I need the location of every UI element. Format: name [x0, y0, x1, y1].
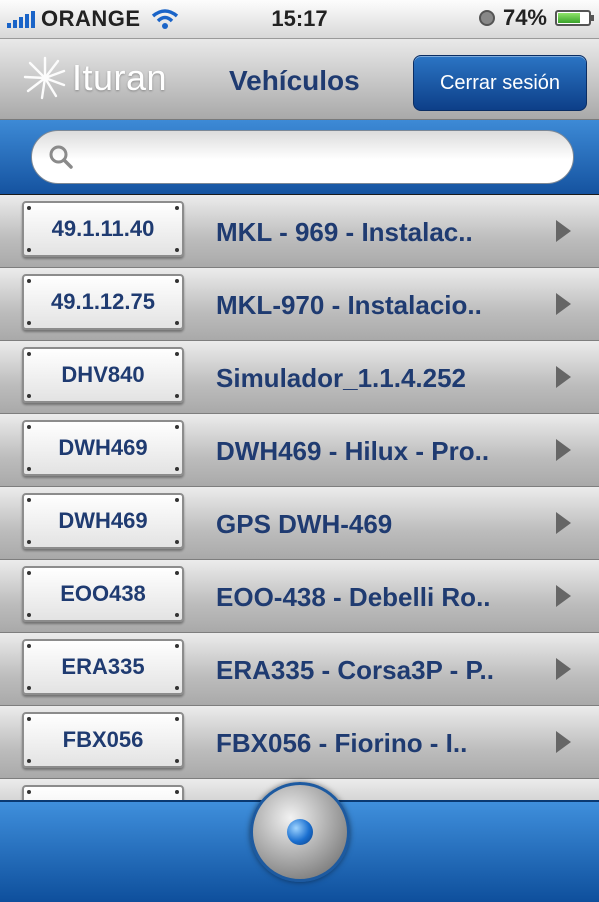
vehicle-description: MKL-970 - Instalacio.. [216, 290, 482, 320]
plate-screw-icon [175, 790, 179, 794]
plate-text: 49.1.11.40 [51, 216, 155, 241]
plate-screw-icon [175, 644, 179, 648]
plate-screw-icon [27, 571, 31, 575]
plate-text: 49.1.12.75 [51, 289, 155, 314]
plate-screw-icon [175, 394, 179, 398]
vehicle-row[interactable]: DWH469 DWH469 - Hilux - Pro.. [0, 414, 599, 487]
plate-screw-icon [27, 321, 31, 325]
license-plate [22, 785, 184, 800]
plate-screw-icon [27, 717, 31, 721]
plate-screw-icon [175, 686, 179, 690]
vehicle-description: Simulador_1.1.4.252 [216, 363, 467, 393]
plate-screw-icon [175, 425, 179, 429]
plate-screw-icon [27, 352, 31, 356]
plate-screw-icon [27, 425, 31, 429]
plate-screw-icon [27, 613, 31, 617]
license-plate: ERA335 [22, 639, 184, 695]
button-light-icon [287, 819, 313, 845]
nav-header: Ituran Vehículos Cerrar sesión [0, 39, 599, 120]
vehicle-description: FBX056 - Fiorino - I.. [216, 728, 468, 758]
logo-burst-icon [23, 56, 66, 100]
vehicle-row[interactable]: DHV840 Simulador_1.1.4.252 [0, 341, 599, 414]
search-field[interactable] [31, 130, 574, 185]
center-menu-button[interactable] [250, 782, 350, 882]
plate-text: EOO438 [60, 581, 146, 606]
wifi-icon [151, 9, 178, 29]
plate-screw-icon [175, 717, 179, 721]
plate-screw-icon [175, 321, 179, 325]
license-plate: DWH469 [22, 420, 184, 476]
vehicle-row[interactable]: DWH469 GPS DWH-469 [0, 487, 599, 560]
plate-screw-icon [175, 613, 179, 617]
disclosure-arrow-icon [556, 439, 571, 461]
vehicle-description: MKL - 969 - Instalac.. [216, 217, 473, 247]
signal-strength-icon [7, 10, 35, 28]
vehicle-description: ERA335 - Corsa3P - P.. [216, 655, 494, 685]
page-title: Vehículos [229, 65, 360, 96]
plate-text: FBX056 [62, 727, 144, 752]
orientation-lock-icon [478, 10, 495, 26]
disclosure-arrow-icon [556, 220, 571, 242]
plate-screw-icon [175, 248, 179, 252]
plate-screw-icon [175, 759, 179, 763]
license-plate: FBX056 [22, 712, 184, 768]
plate-text: DHV840 [61, 362, 145, 387]
disclosure-arrow-icon [556, 293, 571, 315]
plate-screw-icon [175, 467, 179, 471]
vehicle-row[interactable]: EOO438 EOO-438 - Debelli Ro.. [0, 560, 599, 633]
plate-screw-icon [27, 540, 31, 544]
plate-screw-icon [175, 279, 179, 283]
disclosure-arrow-icon [556, 658, 571, 680]
vehicle-row[interactable]: 49.1.11.40 MKL - 969 - Instalac.. [0, 195, 599, 268]
license-plate: DHV840 [22, 347, 184, 403]
plate-screw-icon [27, 644, 31, 648]
plate-screw-icon [27, 759, 31, 763]
plate-screw-icon [175, 571, 179, 575]
vehicle-description: DWH469 - Hilux - Pro.. [216, 436, 490, 466]
vehicle-list: 49.1.11.40 MKL - 969 - Instalac.. 49.1.12.… [0, 195, 599, 800]
status-bar: ORANGE 15:17 74% [0, 0, 599, 39]
plate-screw-icon [175, 206, 179, 210]
vehicle-description: GPS DWH-469 [216, 509, 393, 539]
license-plate: EOO438 [22, 566, 184, 622]
plate-screw-icon [27, 790, 31, 794]
license-plate: DWH469 [22, 493, 184, 549]
plate-screw-icon [27, 498, 31, 502]
carrier-name: ORANGE [41, 6, 141, 31]
search-input[interactable] [88, 131, 553, 185]
plate-screw-icon [175, 540, 179, 544]
plate-screw-icon [175, 352, 179, 356]
disclosure-arrow-icon [556, 731, 571, 753]
vehicle-row[interactable]: 49.1.12.75 MKL-970 - Instalacio.. [0, 268, 599, 341]
battery-icon [555, 10, 594, 26]
search-icon [49, 145, 73, 169]
ituran-logo: Ituran [22, 55, 167, 101]
plate-text: DWH469 [58, 508, 148, 533]
disclosure-arrow-icon [556, 366, 571, 388]
disclosure-arrow-icon [556, 512, 571, 534]
logo-text: Ituran [72, 57, 168, 98]
plate-screw-icon [27, 467, 31, 471]
plate-screw-icon [175, 498, 179, 502]
vehicle-description: EOO-438 - Debelli Ro.. [216, 582, 491, 612]
disclosure-arrow-icon [556, 585, 571, 607]
battery-percent: 74% [502, 5, 547, 30]
license-plate: 49.1.11.40 [22, 201, 184, 257]
plate-screw-icon [27, 394, 31, 398]
logout-button[interactable]: Cerrar sesión [413, 55, 587, 111]
vehicle-row[interactable]: FBX056 FBX056 - Fiorino - I.. [0, 706, 599, 779]
plate-screw-icon [27, 686, 31, 690]
search-bar [0, 120, 599, 194]
license-plate: 49.1.12.75 [22, 274, 184, 330]
plate-text: ERA335 [61, 654, 145, 679]
plate-screw-icon [27, 279, 31, 283]
plate-screw-icon [27, 206, 31, 210]
plate-text: DWH469 [58, 435, 148, 460]
plate-screw-icon [27, 248, 31, 252]
vehicle-row[interactable]: ERA335 ERA335 - Corsa3P - P.. [0, 633, 599, 706]
